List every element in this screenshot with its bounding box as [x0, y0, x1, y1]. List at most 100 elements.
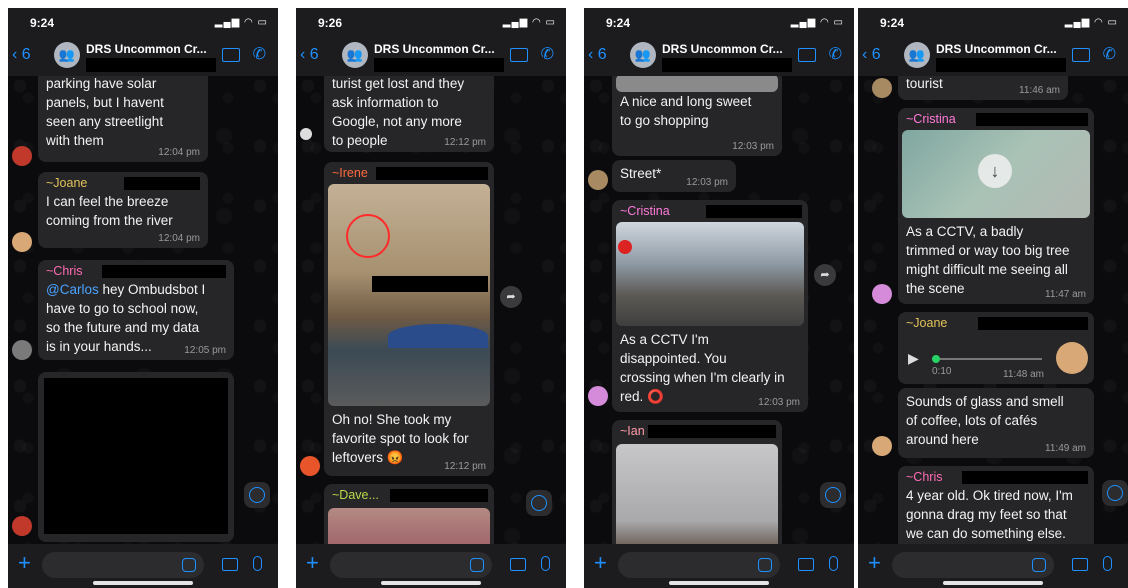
- group-name[interactable]: DRS Uncommon Cr...: [86, 42, 207, 56]
- back-button[interactable]: ‹ 6: [588, 46, 607, 64]
- redaction-bar: [978, 317, 1088, 330]
- scroll-down-button[interactable]: [244, 482, 270, 508]
- voice-note-bubble: ~Joane ▶ 0:10 11:48 am: [898, 312, 1094, 384]
- play-icon[interactable]: ▶: [908, 350, 919, 367]
- message-bubble: ~Joane I can feel the breeze coming from…: [38, 172, 208, 248]
- redaction-bar: [962, 471, 1088, 484]
- sticker-icon[interactable]: [182, 558, 196, 572]
- mention-link[interactable]: @Carlos: [46, 282, 99, 297]
- microphone-icon[interactable]: [829, 556, 838, 571]
- signal-wifi-battery-icon: ▂▄▆ ◠ ▭: [502, 17, 556, 28]
- avatar[interactable]: [12, 340, 32, 360]
- message-time: 12:04 pm: [158, 233, 200, 244]
- avatar[interactable]: [872, 436, 892, 456]
- back-button[interactable]: ‹ 6: [862, 46, 881, 64]
- shared-photo[interactable]: [616, 444, 778, 544]
- group-avatar-icon[interactable]: 👥: [54, 42, 80, 68]
- attach-plus-icon[interactable]: +: [306, 550, 319, 576]
- camera-icon[interactable]: [510, 558, 526, 571]
- phone-call-icon[interactable]: ✆: [829, 44, 842, 64]
- message-list[interactable]: tourist 11:46 am ~Cristina ↓ As a CCTV, …: [858, 76, 1128, 544]
- avatar[interactable]: [300, 456, 320, 476]
- microphone-icon[interactable]: [253, 556, 262, 571]
- redaction-bar: [976, 113, 1088, 126]
- shared-photo[interactable]: [616, 222, 804, 326]
- download-icon[interactable]: ↓: [978, 154, 1012, 188]
- shared-photo[interactable]: [328, 184, 490, 406]
- sticker-icon[interactable]: [470, 558, 484, 572]
- message-list[interactable]: parking have solar panels, but I havent …: [8, 76, 278, 544]
- unread-count: 6: [871, 46, 881, 63]
- group-name[interactable]: DRS Uncommon Cr...: [374, 42, 495, 56]
- phone-screen-4: 9:24 ▂▄▆ ◠ ▭ ‹ 6 👥 DRS Uncommon Cr... ✆ …: [858, 8, 1128, 588]
- avatar[interactable]: [12, 516, 32, 536]
- forward-icon[interactable]: ➦: [814, 264, 836, 286]
- sender-avatar: [1056, 342, 1088, 374]
- back-button[interactable]: ‹ 6: [12, 46, 31, 64]
- phone-call-icon[interactable]: ✆: [1103, 44, 1116, 64]
- shared-photo[interactable]: [616, 76, 778, 92]
- video-call-icon[interactable]: [798, 48, 816, 62]
- status-bar: 9:24 ▂▄▆ ◠ ▭: [858, 8, 1128, 36]
- scroll-down-button[interactable]: [820, 482, 846, 508]
- home-indicator: [943, 581, 1043, 585]
- message-input[interactable]: [42, 552, 204, 578]
- avatar[interactable]: [872, 284, 892, 304]
- avatar[interactable]: [12, 232, 32, 252]
- message-bubble: Sounds of glass and smell of coffee, lot…: [898, 388, 1094, 458]
- attach-plus-icon[interactable]: +: [868, 550, 881, 576]
- message-time: 11:48 am: [1003, 369, 1044, 380]
- unread-count: 6: [21, 46, 31, 63]
- camera-icon[interactable]: [222, 558, 238, 571]
- microphone-icon[interactable]: [1103, 556, 1112, 571]
- status-bar: 9:26 ▂▄▆ ◠ ▭: [296, 8, 566, 36]
- clock: 9:24: [606, 16, 631, 30]
- avatar[interactable]: [588, 386, 608, 406]
- media-preview[interactable]: ↓: [902, 130, 1090, 218]
- microphone-icon[interactable]: [541, 556, 550, 571]
- sticker-icon[interactable]: [758, 558, 772, 572]
- home-indicator: [93, 581, 193, 585]
- chevron-down-icon: [531, 495, 547, 511]
- group-name[interactable]: DRS Uncommon Cr...: [662, 42, 783, 56]
- message-input[interactable]: [618, 552, 780, 578]
- message-input[interactable]: [330, 552, 492, 578]
- video-call-icon[interactable]: [510, 48, 528, 62]
- message-text: Sounds of glass and smell of coffee, lot…: [906, 394, 1064, 447]
- redaction-bar: [86, 58, 216, 72]
- message-input[interactable]: [892, 552, 1054, 578]
- group-name[interactable]: DRS Uncommon Cr...: [936, 42, 1057, 56]
- back-button[interactable]: ‹ 6: [300, 46, 319, 64]
- audio-duration: 0:10: [932, 366, 952, 377]
- avatar[interactable]: [300, 128, 312, 140]
- redaction-bar: [390, 489, 488, 502]
- avatar[interactable]: [12, 146, 32, 166]
- attach-plus-icon[interactable]: +: [594, 550, 607, 576]
- scroll-down-button[interactable]: [526, 490, 552, 516]
- message-list[interactable]: A nice and long sweet to go shopping 12:…: [584, 76, 854, 544]
- scroll-down-button[interactable]: [1102, 480, 1128, 506]
- video-call-icon[interactable]: [1072, 48, 1090, 62]
- avatar[interactable]: [872, 78, 892, 98]
- audio-scrubber[interactable]: [932, 355, 940, 363]
- avatar[interactable]: [588, 170, 608, 190]
- video-call-icon[interactable]: [222, 48, 240, 62]
- audio-waveform[interactable]: [932, 355, 1042, 363]
- group-avatar-icon[interactable]: 👥: [630, 42, 656, 68]
- sticker-icon[interactable]: [1032, 558, 1046, 572]
- message-list[interactable]: turist get lost and they ask information…: [296, 76, 566, 544]
- camera-icon[interactable]: [798, 558, 814, 571]
- forward-icon[interactable]: ➦: [500, 286, 522, 308]
- message-bubble: ~Ian: [612, 420, 782, 544]
- composer-bar: +: [584, 544, 854, 588]
- phone-call-icon[interactable]: ✆: [253, 44, 266, 64]
- clock: 9:24: [30, 16, 55, 30]
- phone-call-icon[interactable]: ✆: [541, 44, 554, 64]
- group-avatar-icon[interactable]: 👥: [904, 42, 930, 68]
- redaction-bar: [372, 276, 488, 292]
- message-bubble: ~Chris 4 year old. Ok tired now, I'm gon…: [898, 466, 1094, 544]
- camera-icon[interactable]: [1072, 558, 1088, 571]
- group-avatar-icon[interactable]: 👥: [342, 42, 368, 68]
- shared-photo[interactable]: [328, 508, 490, 544]
- attach-plus-icon[interactable]: +: [18, 550, 31, 576]
